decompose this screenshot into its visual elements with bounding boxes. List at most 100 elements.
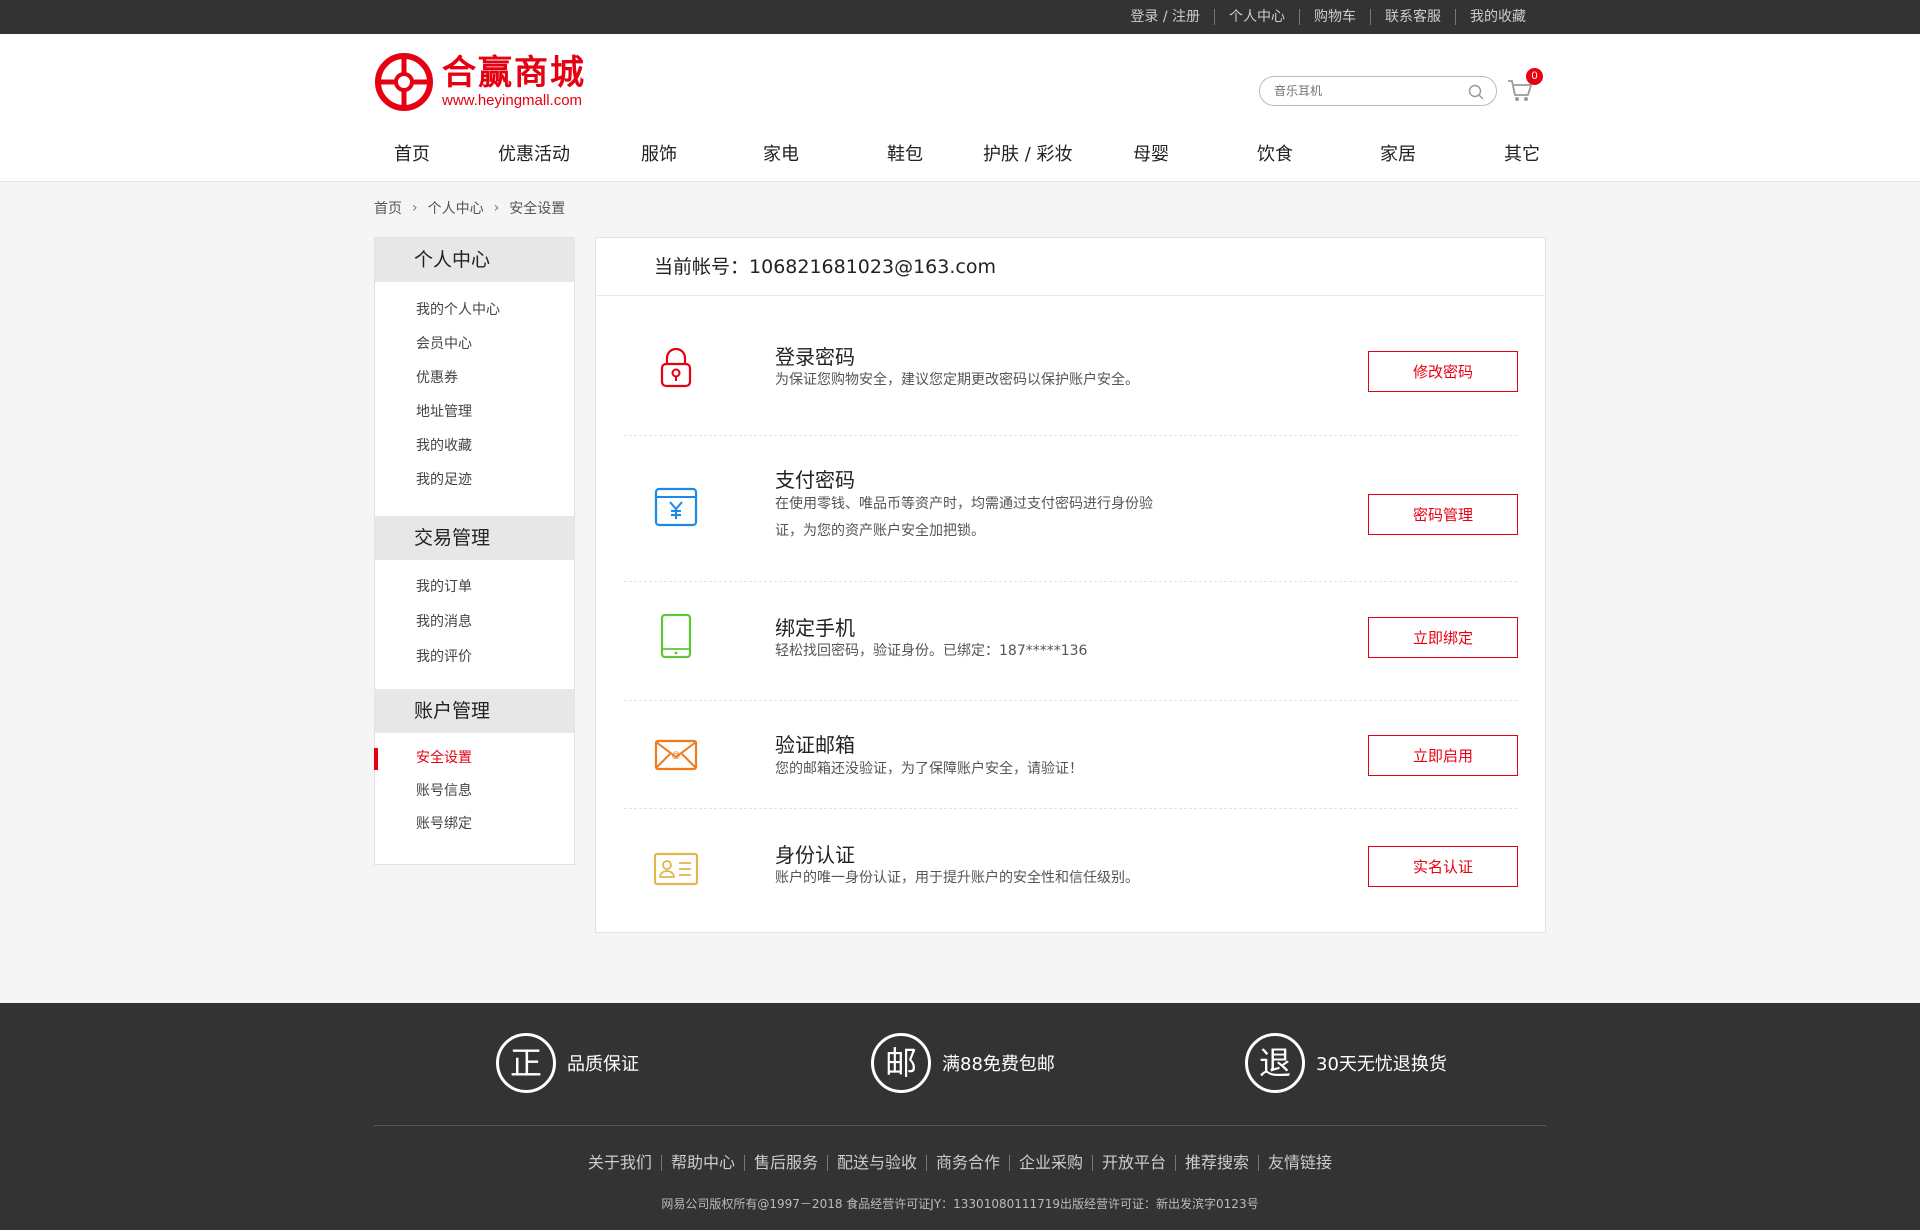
sidebar-item-reviews[interactable]: 我的评价: [375, 646, 574, 681]
sidebar-item-favorites[interactable]: 我的收藏: [375, 435, 574, 469]
sidebar-group-list: 安全设置 账号信息 账号绑定: [374, 733, 574, 846]
breadcrumb-home[interactable]: 首页: [374, 198, 402, 218]
footer-link-after-sales[interactable]: 售后服务: [743, 1155, 827, 1171]
payment-yen-icon: [654, 487, 698, 527]
login-register-link[interactable]: 登录 / 注册: [1116, 9, 1214, 25]
nav-home[interactable]: 首页: [394, 138, 430, 172]
nav-other[interactable]: 其它: [1504, 138, 1540, 172]
nav-baby[interactable]: 母婴: [1133, 138, 1169, 172]
top-bar: 登录 / 注册 个人中心 购物车 联系客服 我的收藏: [0, 0, 1920, 34]
nav-home-living[interactable]: 家居: [1380, 138, 1416, 172]
security-row-identity: 身份认证 账户的唯一身份认证，用于提升账户的安全性和信任级别。 实名认证: [624, 809, 1518, 933]
search-box: [1259, 76, 1497, 106]
phone-icon: [660, 614, 692, 658]
current-account-value: 106821681023@163.com: [749, 256, 996, 278]
row-description: 账户的唯一身份认证，用于提升账户的安全性和信任级别。: [775, 870, 1139, 886]
email-icon: @: [654, 739, 698, 771]
breadcrumb-current: 安全设置: [509, 201, 566, 217]
logo[interactable]: 合赢商城 www.heyingmall.com: [374, 52, 586, 112]
sidebar-group-title: 个人中心: [375, 238, 574, 282]
breadcrumb-user-center[interactable]: 个人中心: [428, 198, 484, 218]
promise-text: 品质保证: [567, 1054, 639, 1075]
footer-link-about[interactable]: 关于我们: [579, 1155, 661, 1171]
nav-skincare-makeup[interactable]: 护肤 / 彩妆: [983, 138, 1073, 172]
change-password-button[interactable]: 修改密码: [1368, 351, 1518, 392]
main-nav: 首页 优惠活动 服饰 家电 鞋包 护肤 / 彩妆 母婴 饮食 家居 其它: [374, 138, 1546, 172]
user-center-link[interactable]: 个人中心: [1214, 9, 1299, 25]
row-title: 绑定手机: [775, 616, 855, 640]
footer-link-help[interactable]: 帮助中心: [660, 1155, 744, 1171]
search-icon[interactable]: [1468, 84, 1484, 100]
row-title: 登录密码: [775, 345, 855, 369]
sidebar-group-title: 交易管理: [375, 516, 574, 560]
sidebar-group-title: 账户管理: [375, 689, 574, 733]
footer-links: 关于我们 帮助中心 售后服务 配送与验收 商务合作 企业采购 开放平台 推荐搜索…: [0, 1155, 1920, 1171]
customer-service-link[interactable]: 联系客服: [1370, 9, 1455, 25]
my-favorites-link[interactable]: 我的收藏: [1455, 9, 1540, 25]
security-row-bind-phone: 绑定手机 轻松找回密码，验证身份。已绑定：187*****136 立即绑定: [624, 582, 1518, 701]
nav-shoes-bags[interactable]: 鞋包: [887, 138, 923, 172]
footer-link-enterprise[interactable]: 企业采购: [1009, 1155, 1092, 1171]
returns-icon: 退: [1245, 1033, 1305, 1093]
cart-button[interactable]: 0: [1506, 68, 1543, 104]
row-title: 身份认证: [775, 843, 855, 867]
chevron-right-icon: ›: [493, 200, 500, 216]
sidebar-item-security[interactable]: 安全设置: [374, 747, 574, 780]
header: 合赢商城 www.heyingmall.com 0 首页 优惠活动 服饰 家电 …: [0, 34, 1920, 182]
shipping-icon: 邮: [871, 1033, 931, 1093]
logo-mark-icon: [375, 53, 433, 111]
enable-email-button[interactable]: 立即启用: [1368, 735, 1518, 776]
footer-link-open-platform[interactable]: 开放平台: [1092, 1155, 1175, 1171]
sidebar-item-my-center[interactable]: 我的个人中心: [375, 299, 574, 333]
sidebar-item-coupons[interactable]: 优惠券: [375, 367, 574, 401]
cart-count-badge: 0: [1526, 68, 1543, 85]
current-account: 当前帐号：106821681023@163.com: [596, 238, 1545, 296]
security-panel: 当前帐号：106821681023@163.com 登录密码 为保证您购物安全，…: [595, 237, 1546, 933]
sidebar-item-messages[interactable]: 我的消息: [375, 611, 574, 646]
sidebar-item-orders[interactable]: 我的订单: [375, 576, 574, 611]
bind-phone-button[interactable]: 立即绑定: [1368, 617, 1518, 658]
footer-link-business[interactable]: 商务合作: [925, 1155, 1009, 1171]
sidebar-item-membership[interactable]: 会员中心: [375, 333, 574, 367]
manage-password-button[interactable]: 密码管理: [1368, 494, 1518, 535]
sidebar-item-addresses[interactable]: 地址管理: [375, 401, 574, 435]
promise-text: 30天无忧退换货: [1316, 1054, 1447, 1075]
quality-icon: 正: [496, 1033, 556, 1093]
sidebar-item-account-info[interactable]: 账号信息: [375, 780, 574, 813]
svg-text:@: @: [671, 750, 680, 760]
sidebar-item-footprints[interactable]: 我的足迹: [375, 469, 574, 503]
logo-url: www.heyingmall.com: [442, 92, 583, 109]
cart-link[interactable]: 购物车: [1299, 9, 1370, 25]
sidebar-group-list: 我的个人中心 会员中心 优惠券 地址管理 我的收藏 我的足迹: [375, 282, 574, 503]
id-card-icon: [654, 852, 698, 886]
promise-free-shipping: 邮 满88免费包邮: [871, 1033, 1055, 1093]
row-description: 在使用零钱、唯品币等资产时，均需通过支付密码进行身份验证，为您的资产账户安全加把…: [775, 496, 1153, 539]
logo-title: 合赢商城: [442, 53, 586, 93]
nav-appliances[interactable]: 家电: [763, 138, 799, 172]
search-input[interactable]: [1274, 77, 1464, 105]
security-row-verify-email: @ 验证邮箱 您的邮箱还没验证，为了保障账户安全，请验证！ 立即启用: [624, 701, 1518, 809]
nav-food[interactable]: 饮食: [1257, 138, 1293, 172]
footer-link-delivery[interactable]: 配送与验收: [826, 1155, 926, 1171]
copyright: 网易公司版权所有@1997－2018 食品经营许可证JY：13301080111…: [661, 1197, 1259, 1211]
nav-promotions[interactable]: 优惠活动: [498, 138, 570, 172]
sidebar-item-account-binding[interactable]: 账号绑定: [375, 813, 574, 846]
security-row-payment-password: 支付密码 在使用零钱、唯品币等资产时，均需通过支付密码进行身份验证，为您的资产账…: [624, 436, 1518, 582]
chevron-right-icon: ›: [412, 200, 418, 216]
nav-apparel[interactable]: 服饰: [641, 138, 677, 172]
row-description: 为保证您购物安全，建议您定期更改密码以保护账户安全。: [775, 372, 1139, 388]
footer-divider: [374, 1125, 1546, 1126]
promise-text: 满88免费包邮: [942, 1054, 1055, 1075]
sidebar-group-list: 我的订单 我的消息 我的评价: [375, 560, 574, 681]
promise-quality: 正 品质保证: [496, 1033, 639, 1093]
row-description: 您的邮箱还没验证，为了保障账户安全，请验证！: [775, 761, 1083, 777]
top-bar-links: 登录 / 注册 个人中心 购物车 联系客服 我的收藏: [1116, 0, 1540, 34]
promise-returns: 退 30天无忧退换货: [1245, 1033, 1447, 1093]
lock-icon: [660, 347, 692, 388]
breadcrumb: 首页 › 个人中心 › 安全设置: [374, 198, 565, 218]
real-name-auth-button[interactable]: 实名认证: [1368, 846, 1518, 887]
footer-link-recommended-search[interactable]: 推荐搜索: [1175, 1155, 1258, 1171]
row-description: 轻松找回密码，验证身份。已绑定：187*****136: [775, 643, 1088, 659]
footer-link-friends[interactable]: 友情链接: [1258, 1155, 1341, 1171]
current-account-label: 当前帐号：: [654, 256, 750, 278]
